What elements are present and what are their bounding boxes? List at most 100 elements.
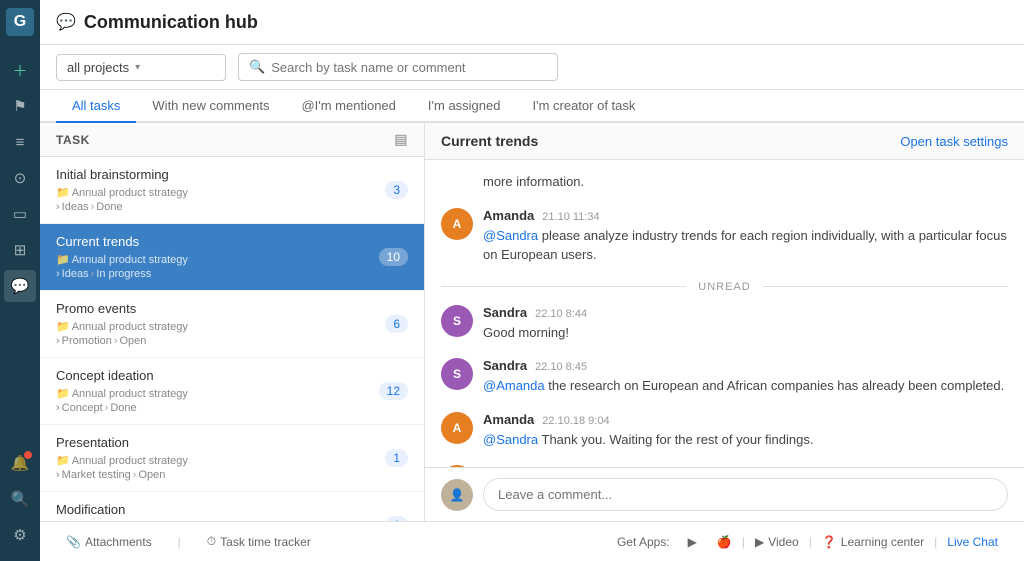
chevron-right-icon: ›: [56, 402, 60, 414]
task-path: › Market testing › Open: [56, 469, 408, 481]
chat-message-truncated: more information.: [441, 172, 1008, 192]
message-time: 21.10 11:34: [542, 211, 599, 223]
message-text: more information.: [483, 172, 584, 192]
task-item-concept-ideation[interactable]: Concept ideation 📁 Annual product strate…: [40, 358, 424, 425]
learning-center-button[interactable]: ❓ Learning center: [812, 535, 934, 549]
chat-panel: Current trends Open task settings more i…: [425, 123, 1024, 521]
nav-icon-chat[interactable]: 💬: [4, 270, 36, 302]
task-badge: 6: [385, 315, 408, 333]
tab-all-tasks[interactable]: All tasks: [56, 90, 136, 123]
footer: 📎 Attachments | ⏱ Task time tracker Get …: [40, 521, 1024, 561]
avatar-commenter: 👤: [441, 479, 473, 511]
task-badge: 1: [385, 449, 408, 467]
task-list: Task ▤ Initial brainstorming 📁 Annual pr…: [40, 123, 425, 521]
nav-icon-flag[interactable]: ⚑: [4, 90, 36, 122]
chevron-right-icon: ›: [56, 335, 60, 347]
search-input[interactable]: [271, 60, 547, 75]
app-logo[interactable]: G: [6, 8, 34, 36]
folder-icon: 📁: [56, 320, 70, 333]
avatar: A: [441, 208, 473, 240]
nav-icon-search[interactable]: 🔍: [4, 483, 36, 515]
message-time: 22.10.18 9:04: [542, 415, 609, 427]
nav-icon-grid[interactable]: ⊞: [4, 234, 36, 266]
chat-message-sandra-1: S Sandra 22.10 8:44 Good morning!: [441, 305, 1008, 343]
message-author: Amanda: [483, 465, 534, 467]
time-tracker-button[interactable]: ⏱ Task time tracker: [197, 534, 321, 549]
task-path: › Concept › Done: [56, 402, 408, 414]
task-item-presentation[interactable]: Presentation 📁 Annual product strategy ›…: [40, 425, 424, 492]
nav-icon-settings[interactable]: ⚙: [4, 519, 36, 551]
task-list-body: Initial brainstorming 📁 Annual product s…: [40, 157, 424, 521]
left-navigation: G ＋ ⚑ ≡ ⊙ ▭ ⊞ 💬 🔔 🔍 ⚙: [0, 0, 40, 561]
task-item-initial-brainstorming[interactable]: Initial brainstorming 📁 Annual product s…: [40, 157, 424, 224]
task-badge: 12: [379, 382, 408, 400]
task-breadcrumb: 📁 Annual product strategy: [56, 320, 408, 333]
task-badge: 1: [385, 516, 408, 521]
message-text: @Sandra please analyze industry trends f…: [483, 226, 1008, 265]
folder-icon: 📁: [56, 454, 70, 467]
folder-icon: 📁: [56, 186, 70, 199]
comment-input[interactable]: [483, 478, 1008, 511]
chat-message-amanda-1: A Amanda 21.10 11:34 @Sandra please anal…: [441, 208, 1008, 265]
body-split: Task ▤ Initial brainstorming 📁 Annual pr…: [40, 123, 1024, 521]
task-name: Presentation: [56, 435, 408, 450]
task-list-header: Task ▤: [40, 123, 424, 157]
task-breadcrumb: 📁 Annual product strategy: [56, 454, 408, 467]
chat-message-sandra-2: S Sandra 22.10 8:45 @Amanda the research…: [441, 358, 1008, 396]
play-store-button[interactable]: ▶: [678, 535, 707, 549]
chat-input-area: 👤: [425, 467, 1024, 521]
mention: @Sandra: [483, 228, 538, 243]
get-apps-label: Get Apps:: [609, 535, 678, 549]
task-item-current-trends[interactable]: Current trends 📁 Annual product strategy…: [40, 224, 424, 291]
main-content: 💬 Communication hub all projects ▾ 🔍 All…: [40, 0, 1024, 561]
nav-icon-file[interactable]: ▭: [4, 198, 36, 230]
chat-messages: more information. A Amanda 21.10 11:34 @…: [425, 160, 1024, 467]
message-author: Amanda: [483, 208, 534, 223]
project-select[interactable]: all projects ▾: [56, 54, 226, 81]
nav-icon-bell[interactable]: 🔔: [4, 447, 36, 479]
chevron-right-icon: ›: [56, 201, 60, 213]
message-time: 22.10 8:45: [535, 361, 587, 373]
unread-divider: UNREAD: [441, 281, 1008, 293]
task-item-promo-events[interactable]: Promo events 📁 Annual product strategy ›…: [40, 291, 424, 358]
play-icon: ▶: [688, 535, 697, 549]
tab-mentioned[interactable]: @I'm mentioned: [285, 90, 411, 123]
attachments-button[interactable]: 📎 Attachments: [56, 535, 162, 549]
filter-icon[interactable]: ▤: [394, 131, 408, 148]
chat-message-amanda-2: A Amanda 22.10.18 9:04 @Sandra Thank you…: [441, 412, 1008, 450]
task-breadcrumb: 📁 Annual product strategy: [56, 253, 408, 266]
live-chat-button[interactable]: Live Chat: [937, 535, 1008, 549]
mention: @Sandra: [483, 432, 538, 447]
message-author: Amanda: [483, 412, 534, 427]
chevron-right-icon: ›: [56, 268, 60, 280]
nav-icon-plus[interactable]: ＋: [4, 54, 36, 86]
header: 💬 Communication hub: [40, 0, 1024, 45]
apple-store-button[interactable]: 🍎: [707, 535, 742, 549]
task-item-modification[interactable]: Modification 📁 Annual product strategy ›…: [40, 492, 424, 521]
footer-right: Get Apps: ▶ 🍎 | ▶ Video | ❓ Learning cen…: [609, 535, 1008, 549]
message-time: 22.10 8:44: [535, 308, 587, 320]
task-path: › Ideas › Done: [56, 201, 408, 213]
project-select-value: all projects: [67, 60, 129, 75]
chat-header: Current trends Open task settings: [425, 123, 1024, 160]
message-text: @Amanda the research on European and Afr…: [483, 376, 1004, 396]
task-path: › Ideas › In progress: [56, 268, 408, 280]
chevron-right-icon: ›: [56, 469, 60, 481]
nav-icon-list[interactable]: ≡: [4, 126, 36, 158]
chat-title: Current trends: [441, 133, 538, 149]
message-author: Sandra: [483, 358, 527, 373]
task-badge: 3: [385, 181, 408, 199]
apple-icon: 🍎: [717, 535, 732, 549]
open-task-settings-button[interactable]: Open task settings: [900, 134, 1008, 149]
tab-new-comments[interactable]: With new comments: [136, 90, 285, 123]
nav-icon-clock[interactable]: ⊙: [4, 162, 36, 194]
tab-creator[interactable]: I'm creator of task: [516, 90, 651, 123]
folder-icon: 📁: [56, 253, 70, 266]
timer-icon: ⏱: [207, 534, 216, 549]
video-button[interactable]: ▶ Video: [745, 535, 809, 549]
tab-assigned[interactable]: I'm assigned: [412, 90, 517, 123]
task-name: Initial brainstorming: [56, 167, 408, 182]
avatar: A: [441, 412, 473, 444]
task-path: › Promotion › Open: [56, 335, 408, 347]
search-bar: 🔍: [238, 53, 558, 81]
